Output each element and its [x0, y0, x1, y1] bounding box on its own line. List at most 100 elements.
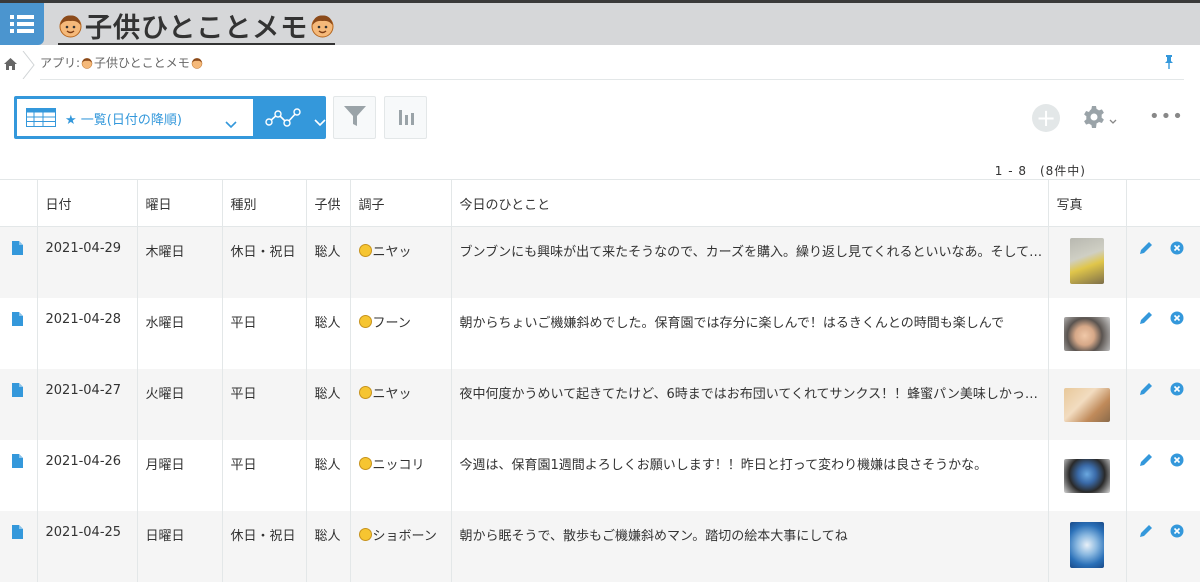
cell-note: 夜中何度かうめいて起きてたけど、6時まではお布団いてくれてサンクス！！蜂蜜パン美… [451, 368, 1049, 440]
cell-actions [1126, 226, 1200, 298]
document-icon [12, 382, 23, 397]
header-child[interactable]: 子供 [306, 179, 351, 227]
cell-photo [1048, 297, 1127, 369]
plus-icon: + [1035, 104, 1057, 132]
table-row[interactable]: 2021-04-26 月曜日 平日 聡人 ニッコリ 今週は、保育園1週間よろしく… [0, 439, 1200, 511]
cell-weekday: 水曜日 [137, 297, 223, 369]
header-photo[interactable]: 写真 [1048, 179, 1127, 227]
delete-icon[interactable] [1170, 311, 1184, 325]
breadcrumb-separator-icon [22, 51, 35, 79]
smirk-face-icon [358, 385, 372, 399]
mood-label: ニッコリ [372, 457, 425, 473]
header-mood[interactable]: 調子 [350, 179, 452, 227]
cell-mood: ニヤッ [350, 368, 452, 440]
settings-button[interactable] [1083, 106, 1117, 132]
record-detail-link[interactable] [0, 439, 38, 511]
photo-thumbnail[interactable] [1070, 521, 1104, 568]
breadcrumb-label: アプリ: [40, 56, 81, 70]
cell-child: 聡人 [306, 439, 351, 511]
header-weekday[interactable]: 曜日 [137, 179, 223, 227]
page-title: 子供ひとことメモ [58, 6, 336, 45]
mood-label: ニヤッ [372, 386, 412, 402]
cell-type: 平日 [222, 297, 307, 369]
record-detail-link[interactable] [0, 510, 38, 582]
cell-date: 2021-04-28 [37, 297, 138, 369]
table-row[interactable]: 2021-04-28 水曜日 平日 聡人 フーン 朝からちょいご機嫌斜めでした。… [0, 297, 1200, 369]
chevron-down-icon [1109, 110, 1117, 129]
edit-pencil-icon[interactable] [1139, 382, 1153, 396]
records-table: 日付 曜日 種別 子供 調子 今日のひとこと 写真 2021-04-29 木曜日… [0, 179, 1200, 582]
cell-actions [1126, 510, 1200, 582]
cell-mood: ショボーン [350, 510, 452, 582]
add-record-button[interactable]: + [1032, 104, 1060, 132]
smirk-face-icon [358, 244, 372, 257]
sleepy-face-icon [358, 527, 372, 541]
document-icon [12, 311, 23, 326]
menu-icon[interactable] [0, 3, 44, 45]
photo-thumbnail[interactable] [1064, 387, 1110, 422]
delete-icon[interactable] [1170, 524, 1184, 538]
cell-note: 今週は、保育園1週間よろしくお願いします！！昨日と打って変わり機嫌は良さそうかな… [451, 439, 1049, 511]
breadcrumb-divider [40, 79, 1184, 80]
record-detail-link[interactable] [0, 226, 38, 298]
cell-date: 2021-04-25 [37, 510, 138, 582]
photo-thumbnail[interactable] [1070, 238, 1104, 284]
header-strip [0, 0, 1200, 3]
mood-label: フーン [372, 315, 411, 331]
edit-pencil-icon[interactable] [1139, 311, 1153, 325]
cell-type: 平日 [222, 368, 307, 440]
photo-thumbnail[interactable] [1064, 316, 1110, 351]
more-options-icon[interactable]: ••• [1149, 106, 1184, 127]
cell-photo [1048, 226, 1127, 298]
edit-pencil-icon[interactable] [1139, 453, 1153, 467]
cell-date: 2021-04-27 [37, 368, 138, 440]
cell-actions [1126, 439, 1200, 511]
view-dropdown[interactable]: ★ 一覧(日付の降順) [17, 99, 253, 136]
chevron-down-icon[interactable] [314, 112, 326, 131]
view-name: ★ 一覧(日付の降順) [65, 113, 182, 128]
filter-button[interactable] [333, 96, 376, 139]
header-type[interactable]: 種別 [222, 179, 307, 227]
delete-icon[interactable] [1170, 241, 1184, 255]
table-row[interactable]: 2021-04-27 火曜日 平日 聡人 ニヤッ 夜中何度かうめいて起きてたけど… [0, 368, 1200, 440]
table-row[interactable]: 2021-04-25 日曜日 休日・祝日 聡人 ショボーン 朝から眠そうで、散歩… [0, 510, 1200, 582]
app-header: 子供ひとことメモ [0, 0, 1200, 45]
cell-weekday: 火曜日 [137, 368, 223, 440]
header-blank [0, 179, 38, 227]
mood-label: ニヤッ [372, 245, 412, 260]
chevron-down-icon [225, 114, 237, 133]
cell-weekday: 木曜日 [137, 226, 223, 298]
cell-type: 平日 [222, 439, 307, 511]
cell-actions [1126, 297, 1200, 369]
breadcrumb-app-name: 子供ひとことメモ [94, 56, 190, 70]
pin-icon[interactable] [1164, 54, 1174, 73]
bar-chart-icon [397, 107, 415, 129]
delete-icon[interactable] [1170, 382, 1184, 396]
cell-photo [1048, 368, 1127, 440]
graph-icon[interactable] [265, 108, 303, 132]
table-row[interactable]: 2021-04-29 木曜日 休日・祝日 聡人 ニヤッ ブンブンにも興味が出て来… [0, 226, 1200, 298]
header-note[interactable]: 今日のひとこと [451, 179, 1049, 227]
photo-thumbnail[interactable] [1064, 458, 1110, 493]
record-detail-link[interactable] [0, 297, 38, 369]
home-icon[interactable] [4, 55, 17, 74]
filter-icon [343, 105, 367, 131]
app-title-text: 子供ひとことメモ [85, 12, 309, 44]
view-selector[interactable]: ★ 一覧(日付の降順) [14, 96, 326, 139]
delete-icon[interactable] [1170, 453, 1184, 467]
graph-button[interactable] [384, 96, 427, 139]
unamused-face-icon [358, 314, 372, 328]
boy-face-icon [58, 13, 83, 38]
cell-actions [1126, 368, 1200, 440]
header-date[interactable]: 日付 [37, 179, 138, 227]
edit-pencil-icon[interactable] [1139, 241, 1153, 255]
edit-pencil-icon[interactable] [1139, 524, 1153, 538]
record-count: 1 - 8 (8件中) [994, 164, 1086, 178]
document-icon [12, 453, 23, 468]
table-header-row: 日付 曜日 種別 子供 調子 今日のひとこと 写真 [0, 179, 1200, 227]
record-detail-link[interactable] [0, 368, 38, 440]
cell-date: 2021-04-26 [37, 439, 138, 511]
mood-label: ショボーン [372, 528, 437, 544]
cell-note: 朝から眠そうで、散歩もご機嫌斜めマン。踏切の絵本大事にしてね [451, 510, 1049, 582]
breadcrumb-app-link[interactable]: アプリ: 子供ひとことメモ [40, 54, 203, 71]
